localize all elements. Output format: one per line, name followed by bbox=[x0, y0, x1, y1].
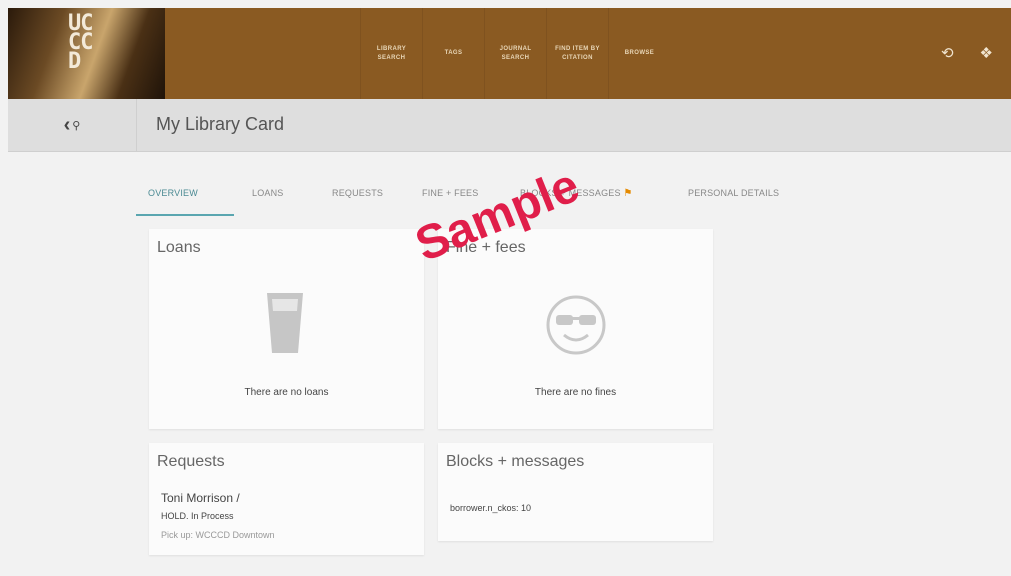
history-icon[interactable]: ⟲ bbox=[941, 46, 954, 61]
block-message: borrower.n_ckos: 10 bbox=[450, 503, 532, 513]
request-status: HOLD. In Process bbox=[161, 511, 234, 521]
requests-title[interactable]: Requests bbox=[157, 453, 225, 471]
nav-find-item-by-citation[interactable]: FIND ITEM BY CITATION bbox=[546, 8, 608, 99]
tab-requests[interactable]: REQUESTS bbox=[314, 184, 398, 216]
logo-text: UC CC D bbox=[68, 11, 93, 74]
top-icons: ⟲ ❖ bbox=[941, 46, 993, 61]
flag-icon: ⚑ bbox=[623, 188, 633, 199]
fines-empty-message: There are no fines bbox=[534, 387, 617, 398]
tab-overview-label: OVERVIEW bbox=[148, 188, 198, 198]
chevron-left-icon: ‹ bbox=[63, 114, 71, 136]
requests-card: Requests Toni Morrison / HOLD. In Proces… bbox=[149, 443, 424, 555]
request-item-title[interactable]: Toni Morrison / bbox=[161, 491, 240, 505]
library-logo[interactable]: UC CC D bbox=[8, 8, 165, 99]
page-title: My Library Card bbox=[156, 114, 285, 134]
empty-glass-icon bbox=[267, 293, 303, 353]
pin-icon[interactable]: ❖ bbox=[980, 46, 993, 61]
loans-card: Loans There are no loans bbox=[149, 229, 424, 429]
blocks-card: Blocks + messages borrower.n_ckos: 10 bbox=[438, 443, 713, 541]
request-pickup: Pick up: WCCCD Downtown bbox=[161, 530, 275, 540]
nav-tags[interactable]: TAGS bbox=[422, 8, 484, 99]
tab-overview[interactable]: OVERVIEW bbox=[136, 184, 234, 216]
main-nav: LIBRARY SEARCH TAGS JOURNAL SEARCH FIND … bbox=[360, 8, 670, 99]
loans-title[interactable]: Loans bbox=[157, 239, 201, 257]
back-button[interactable]: ‹ ⚲ bbox=[8, 99, 137, 151]
nav-browse[interactable]: BROWSE bbox=[608, 8, 670, 99]
tab-personal-details-label: PERSONAL DETAILS bbox=[688, 188, 780, 198]
loans-empty-message: There are no loans bbox=[244, 387, 329, 398]
fines-card: Fine + fees There are no fines bbox=[438, 229, 713, 429]
nav-journal-search[interactable]: JOURNAL SEARCH bbox=[484, 8, 546, 99]
nav-library-search[interactable]: LIBRARY SEARCH bbox=[360, 8, 422, 99]
tab-loans[interactable]: LOANS bbox=[234, 184, 314, 216]
page-header-bar: ‹ ⚲ My Library Card bbox=[8, 99, 1011, 152]
tab-loans-label: LOANS bbox=[252, 188, 284, 198]
search-icon[interactable]: ⚲ bbox=[72, 119, 80, 132]
blocks-title[interactable]: Blocks + messages bbox=[446, 453, 584, 471]
tab-personal-details[interactable]: PERSONAL DETAILS bbox=[676, 184, 806, 216]
sunglasses-face-icon bbox=[546, 295, 606, 355]
tab-requests-label: REQUESTS bbox=[332, 188, 384, 198]
